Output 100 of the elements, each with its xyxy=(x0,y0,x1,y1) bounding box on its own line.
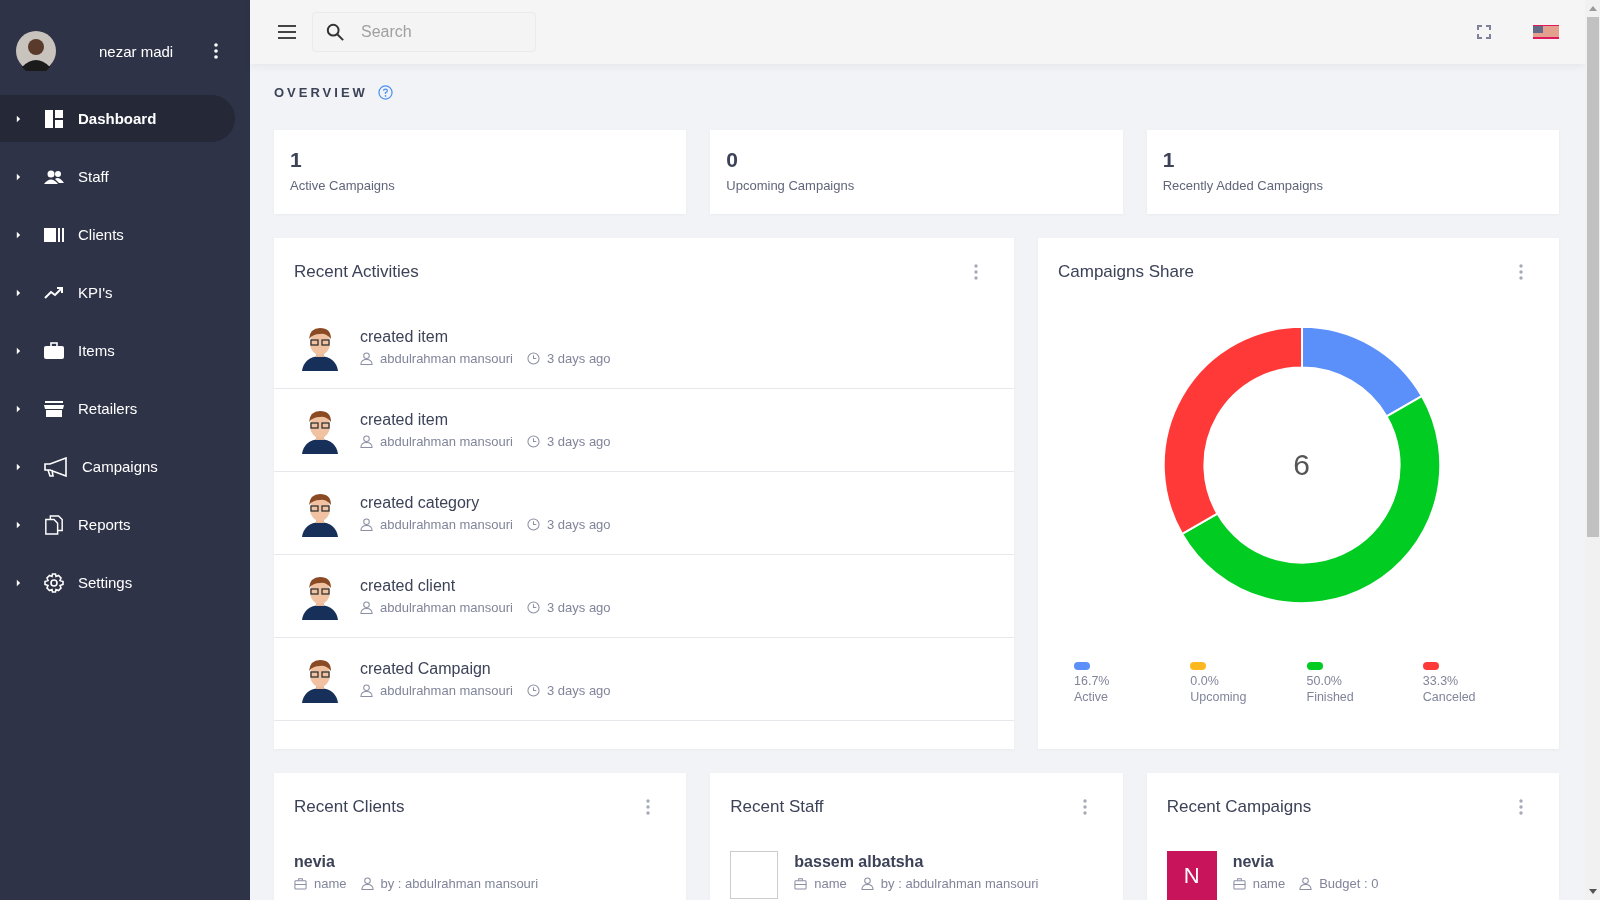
activity-user: abdulrahman mansouri xyxy=(380,600,513,615)
scrollbar[interactable] xyxy=(1585,0,1600,900)
item-meta: by : abdulrahman mansouri xyxy=(880,876,1039,891)
sidebar-item[interactable]: Staff xyxy=(0,153,235,200)
activity-title: created category xyxy=(360,494,481,512)
card-title: Campaigns Share xyxy=(1058,262,1195,282)
documents-icon xyxy=(44,514,64,535)
activity-time: 3 days ago xyxy=(546,434,611,449)
activity-time: 3 days ago xyxy=(546,683,611,698)
stat-label: Recently Added Campaigns xyxy=(1162,178,1325,193)
activity-item[interactable]: created category abdulrahman mansouri 3 days ago xyxy=(274,472,1014,555)
sidebar-item[interactable]: Reports xyxy=(0,501,235,548)
search-field[interactable]: Search xyxy=(312,12,536,52)
clock-icon xyxy=(526,352,540,365)
caret-icon xyxy=(16,288,21,297)
stat-value: 1 xyxy=(290,148,303,172)
sidebar-item[interactable]: Campaigns xyxy=(0,443,235,490)
card-title: Recent Campaigns xyxy=(1166,797,1312,817)
activity-time: 3 days ago xyxy=(546,600,611,615)
stat-label: Upcoming Campaigns xyxy=(726,178,856,193)
legend-label: Finished xyxy=(1306,690,1354,704)
activity-item[interactable]: created item abdulrahman mansouri 3 days ago xyxy=(274,389,1014,472)
legend-percent: 16.7% xyxy=(1074,674,1110,688)
briefcase-icon xyxy=(44,340,64,361)
search-icon xyxy=(326,23,344,41)
user-icon xyxy=(360,435,373,448)
caret-icon xyxy=(16,578,21,587)
menu-icon[interactable] xyxy=(278,25,296,39)
sidebar-item[interactable]: KPI's xyxy=(0,269,235,316)
legend-percent: 50.0% xyxy=(1306,674,1342,688)
activity-item[interactable]: created client abdulrahman mansouri 3 days ago xyxy=(274,555,1014,638)
sidebar-item[interactable]: Settings xyxy=(0,559,235,606)
item-meta: Budget : 0 xyxy=(1319,876,1379,891)
user-icon xyxy=(360,352,373,365)
initial-avatar: N xyxy=(1166,851,1217,900)
stat-value: 1 xyxy=(1162,148,1176,172)
card-title: Recent Staff xyxy=(730,797,824,817)
more-icon[interactable] xyxy=(214,43,218,59)
caret-icon xyxy=(16,462,21,471)
card-title: Recent Clients xyxy=(294,797,405,817)
card-title: Recent Activities xyxy=(294,262,419,282)
scroll-thumb[interactable] xyxy=(1586,17,1599,537)
sidebar-item[interactable]: Clients xyxy=(0,211,235,258)
user-name: nezar madi xyxy=(99,42,175,60)
user-icon xyxy=(860,877,874,890)
activity-title: created item xyxy=(360,328,450,346)
caret-icon xyxy=(16,172,21,181)
sidebar-item[interactable]: Retailers xyxy=(0,385,235,432)
user-icon xyxy=(360,877,374,890)
legend-label: Canceled xyxy=(1422,690,1476,704)
overview-heading: OVERVIEW xyxy=(274,84,368,100)
activity-title: created Campaign xyxy=(360,660,492,678)
user-icon xyxy=(360,601,373,614)
dashboard-icon xyxy=(44,108,64,129)
stat-label: Active Campaigns xyxy=(290,178,396,193)
help-icon[interactable] xyxy=(377,84,393,100)
donut-slice[interactable] xyxy=(1180,395,1441,605)
activity-time: 3 days ago xyxy=(546,517,611,532)
item-name: nevia xyxy=(294,853,336,871)
activity-user: abdulrahman mansouri xyxy=(380,683,513,698)
item-meta: by : abdulrahman mansouri xyxy=(380,876,539,891)
fullscreen-icon[interactable] xyxy=(1477,25,1491,39)
activity-user: abdulrahman mansouri xyxy=(380,351,513,366)
legend-label: Active xyxy=(1074,690,1109,704)
scroll-up-icon[interactable] xyxy=(1588,6,1597,11)
scroll-down-icon[interactable] xyxy=(1588,889,1597,894)
activity-item[interactable]: created Campaign abdulrahman mansouri 3 days ago xyxy=(274,638,1014,721)
store-icon xyxy=(44,398,64,419)
user-icon xyxy=(360,518,373,531)
flag-icon[interactable] xyxy=(1533,25,1559,39)
briefcase-icon xyxy=(794,877,808,890)
briefcase-icon xyxy=(1232,877,1246,890)
item-name: nevia xyxy=(1232,853,1275,871)
clock-icon xyxy=(526,684,540,697)
item-name: bassem albatsha xyxy=(794,853,925,871)
activity-time: 3 days ago xyxy=(546,351,611,366)
legend-percent: 33.3% xyxy=(1422,674,1459,688)
briefcase-icon xyxy=(294,877,307,890)
clock-icon xyxy=(526,518,540,531)
legend-label: Upcoming xyxy=(1190,690,1247,704)
activity-user: abdulrahman mansouri xyxy=(380,434,513,449)
sidebar-item[interactable]: Items xyxy=(0,327,235,374)
donut-slice[interactable] xyxy=(1300,325,1423,418)
image-placeholder xyxy=(730,851,779,899)
user-icon xyxy=(1299,877,1313,890)
user-icon xyxy=(360,684,373,697)
caret-icon xyxy=(16,404,21,413)
clock-icon xyxy=(526,601,540,614)
activity-item[interactable]: created item abdulrahman mansouri 3 days ago xyxy=(274,306,1014,389)
caret-icon xyxy=(16,346,21,355)
legend-percent: 0.0% xyxy=(1190,674,1219,688)
caret-icon xyxy=(16,114,21,123)
item-meta: name xyxy=(1252,876,1286,891)
caret-icon xyxy=(16,520,21,529)
item-meta: name xyxy=(314,876,347,891)
sidebar-item[interactable]: Dashboard xyxy=(0,95,235,142)
megaphone-icon xyxy=(44,456,68,477)
user-avatar xyxy=(16,31,56,71)
total-count: 6 xyxy=(1293,448,1310,482)
activity-title: created item xyxy=(360,411,450,429)
